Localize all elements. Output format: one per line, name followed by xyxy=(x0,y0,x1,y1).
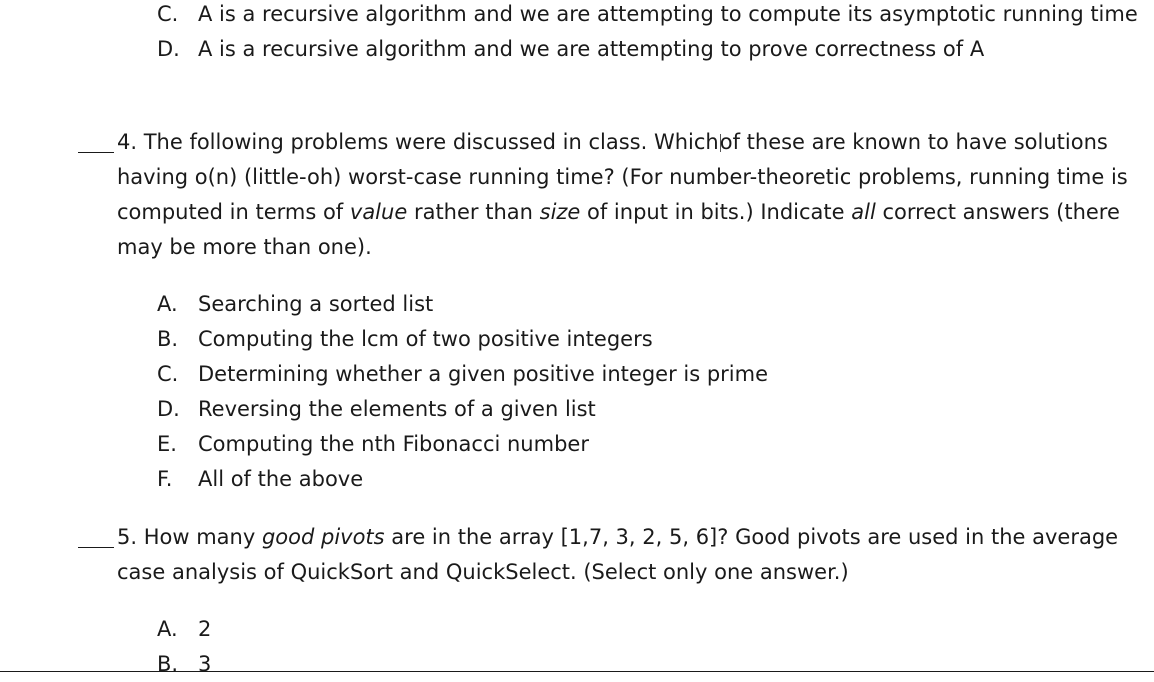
q4-option-e: E. Computing the nth Fibonacci number xyxy=(157,427,589,462)
option-letter: A. xyxy=(157,617,178,641)
q3-option-c: C. A is a recursive algorithm and we are … xyxy=(157,0,1138,32)
option-text: A is a recursive algorithm and we are at… xyxy=(198,2,1138,26)
option-letter: F. xyxy=(157,467,173,491)
option-text: A is a recursive algorithm and we are at… xyxy=(198,37,985,61)
option-letter: D. xyxy=(157,37,180,61)
q5-answer-blank[interactable] xyxy=(78,547,114,548)
q5-option-a: A. 2 xyxy=(157,612,211,647)
option-letter: B. xyxy=(157,327,179,351)
option-letter: B. xyxy=(157,652,179,676)
q3-option-d: D. A is a recursive algorithm and we are … xyxy=(157,32,984,67)
option-letter: C. xyxy=(157,362,179,386)
option-text: All of the above xyxy=(198,467,364,491)
option-letter: C. xyxy=(157,2,179,26)
q4-line-2: having o(n) (little-oh) worst-case runni… xyxy=(117,165,1128,189)
q4-option-d: D. Reversing the elements of a given list xyxy=(157,392,596,427)
q4-option-c: C. Determining whether a given positive i… xyxy=(157,357,768,392)
option-text: Searching a sorted list xyxy=(198,292,434,316)
q4-answer-blank[interactable] xyxy=(78,152,114,153)
option-text: Determining whether a given positive int… xyxy=(198,362,769,386)
option-text: 3 xyxy=(198,652,212,676)
option-text: Reversing the elements of a given list xyxy=(198,397,596,421)
q5-question-text: 5. How many good pivots are in the array… xyxy=(117,520,1119,590)
option-letter: E. xyxy=(157,432,177,456)
option-text: 2 xyxy=(198,617,212,641)
option-letter: D. xyxy=(157,397,180,421)
q4-option-a: A. Searching a sorted list xyxy=(157,287,433,322)
q4-line-4: may be more than one). xyxy=(117,235,372,259)
option-text: Computing the nth Fibonacci number xyxy=(198,432,589,456)
option-text: Computing the lcm of two positive intege… xyxy=(198,327,653,351)
q5-line-1: 5. How many good pivots are in the array… xyxy=(117,525,1119,549)
q4-option-f: F. All of the above xyxy=(157,462,363,497)
option-letter: A. xyxy=(157,292,178,316)
q5-option-b: B. 3 xyxy=(157,647,211,682)
q4-line-1: 4. The following problems were discussed… xyxy=(117,130,1108,154)
q4-option-b: B. Computing the lcm of two positive inte… xyxy=(157,322,653,357)
q4-question-text: 4. The following problems were discussed… xyxy=(117,125,1128,265)
q5-line-2: case analysis of QuickSort and QuickSele… xyxy=(117,560,849,584)
page-bottom-rule xyxy=(0,671,1154,672)
q4-line-3: computed in terms of value rather than s… xyxy=(117,200,1120,224)
